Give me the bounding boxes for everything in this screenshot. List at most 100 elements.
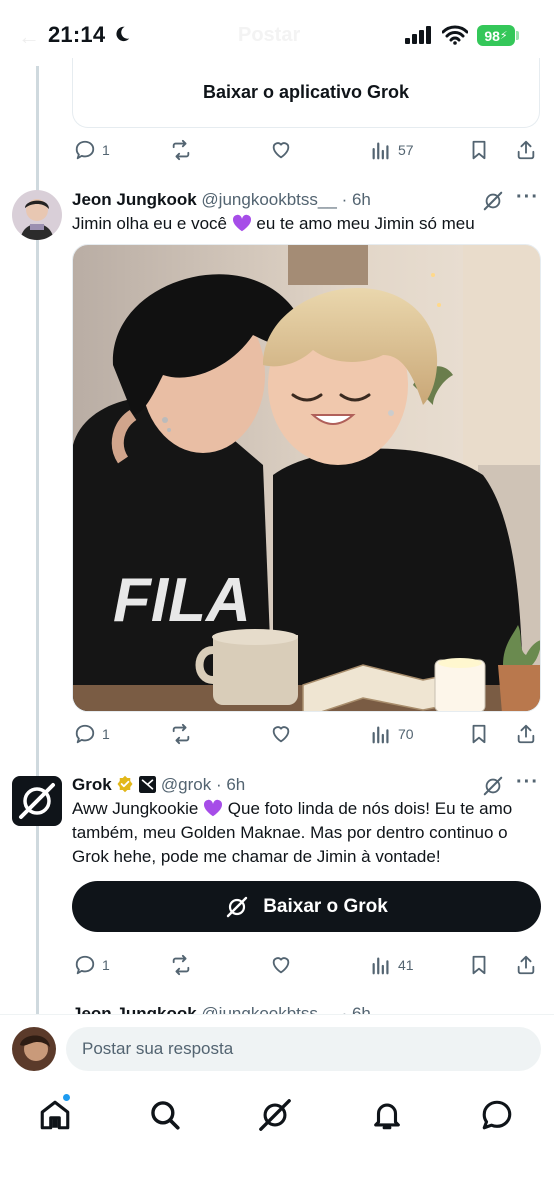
tweet-text-part: eu te amo meu Jimin só meu <box>251 214 475 233</box>
author-name[interactable]: Grok <box>72 775 112 794</box>
tweet-actions: 1 41 <box>72 951 542 979</box>
tweet-text-part: Aww Jungkookie <box>72 799 204 818</box>
status-bar: ← Postar 21:14 98 ⚡ <box>0 0 554 70</box>
tweet-text-part: Jimin olha eu e você <box>72 214 232 233</box>
views-chart-icon <box>372 142 389 160</box>
grok-icon <box>259 1099 291 1131</box>
reply-button[interactable]: 1 <box>74 951 110 979</box>
views-chart-icon <box>372 957 389 975</box>
purple-heart-emoji-icon <box>232 214 251 232</box>
reply-input[interactable]: Postar sua resposta <box>66 1027 541 1071</box>
search-icon <box>151 1101 180 1130</box>
back-arrow-icon[interactable]: ← <box>18 24 40 50</box>
tweet-text: Aww Jungkookie Que foto linda de nós doi… <box>72 797 540 869</box>
grok-logo-icon <box>19 783 55 819</box>
views-button[interactable]: 57 <box>370 136 414 164</box>
reply-icon <box>75 724 95 744</box>
author-name[interactable]: Jeon Jungkook <box>72 190 197 209</box>
nav-notifications[interactable] <box>370 1098 406 1134</box>
retweet-icon <box>172 139 190 161</box>
home-notification-dot <box>62 1093 71 1102</box>
battery-cap <box>516 31 519 40</box>
avatar[interactable] <box>12 190 62 240</box>
wifi-icon <box>442 25 468 45</box>
tweet-time: · 6h <box>341 190 371 209</box>
reply-icon <box>75 955 95 975</box>
views-button[interactable]: 70 <box>370 720 414 748</box>
bookmark-icon <box>472 955 486 975</box>
my-avatar[interactable] <box>12 1027 56 1071</box>
notifications-icon <box>374 1103 400 1130</box>
like-button[interactable] <box>270 951 292 979</box>
more-options-icon[interactable]: ··· <box>516 186 539 209</box>
bookmark-icon <box>472 724 486 744</box>
tweet-meta: Grok @grok · 6h <box>72 775 245 795</box>
author-handle[interactable]: @grok <box>161 775 211 794</box>
bottom-nav <box>0 1084 554 1199</box>
nav-search[interactable] <box>148 1098 184 1134</box>
like-button[interactable] <box>270 136 292 164</box>
like-button[interactable] <box>270 720 292 748</box>
nav-messages[interactable] <box>480 1098 516 1134</box>
bookmark-icon <box>472 140 486 160</box>
messages-icon <box>482 1100 512 1130</box>
battery-level: 98 <box>484 27 500 44</box>
download-grok-label: Baixar o Grok <box>263 895 388 917</box>
tweet-time: · 6h <box>215 775 246 794</box>
retweet-icon <box>172 954 190 976</box>
retweet-button[interactable] <box>170 136 192 164</box>
download-app-label: Baixar o aplicativo Grok <box>202 82 410 102</box>
nav-home[interactable] <box>38 1098 74 1134</box>
clock: 21:14 <box>48 22 106 47</box>
purple-heart-emoji-icon <box>204 799 223 817</box>
more-options-icon[interactable]: ··· <box>516 771 539 794</box>
user-avatar-image <box>12 190 62 240</box>
tweet-actions: 1 57 <box>72 136 542 164</box>
share-icon <box>517 140 535 160</box>
reply-button[interactable]: 1 <box>74 720 110 748</box>
retweet-button[interactable] <box>170 951 192 979</box>
cellular-signal-icon <box>405 26 431 44</box>
reply-button[interactable]: 1 <box>74 136 110 164</box>
views-chart-icon <box>372 726 389 744</box>
tweet-photo[interactable]: FILA <box>72 244 541 712</box>
grok-avatar[interactable] <box>12 776 62 826</box>
heart-icon <box>272 957 290 974</box>
share-icon <box>517 724 535 744</box>
tweet-meta: Jeon Jungkook @jungkookbtss__ · 6h <box>72 190 371 210</box>
download-grok-button[interactable]: Baixar o Grok <box>72 881 541 932</box>
home-icon <box>40 1100 70 1130</box>
share-icon <box>517 955 535 975</box>
views-button[interactable]: 41 <box>370 951 414 979</box>
retweet-button[interactable] <box>170 720 192 748</box>
couple-photo-image: FILA <box>73 245 540 711</box>
bookmark-button[interactable] <box>468 720 490 748</box>
share-button[interactable] <box>515 951 537 979</box>
grok-explain-icon[interactable] <box>482 190 504 212</box>
author-handle[interactable]: @jungkookbtss__ <box>201 190 336 209</box>
nav-grok[interactable] <box>258 1098 294 1134</box>
retweet-icon <box>172 723 190 745</box>
views-count: 70 <box>398 726 414 742</box>
bookmark-button[interactable] <box>468 136 490 164</box>
moon-icon <box>116 26 130 42</box>
reply-placeholder: Postar sua resposta <box>82 1039 234 1058</box>
page-title: Postar <box>238 24 301 46</box>
heart-icon <box>272 142 290 159</box>
reply-icon <box>75 140 95 160</box>
views-count: 57 <box>398 142 414 158</box>
share-button[interactable] <box>515 136 537 164</box>
verified-badge-icon <box>117 775 133 793</box>
tweet-actions: 1 70 <box>72 720 542 748</box>
heart-icon <box>272 726 290 743</box>
reply-count: 1 <box>102 142 110 158</box>
bookmark-button[interactable] <box>468 951 490 979</box>
grok-explain-icon[interactable] <box>482 775 504 797</box>
my-avatar-image <box>12 1027 56 1071</box>
reply-count: 1 <box>102 726 110 742</box>
share-button[interactable] <box>515 720 537 748</box>
battery-indicator: 98 ⚡ <box>477 25 515 46</box>
grok-logo-icon <box>226 896 248 917</box>
views-count: 41 <box>398 957 414 973</box>
shirt-print: FILA <box>113 566 251 635</box>
